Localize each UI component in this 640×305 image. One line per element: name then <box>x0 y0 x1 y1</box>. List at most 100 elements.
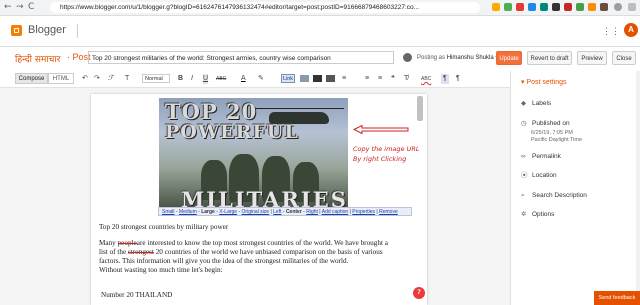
annotation-text: Copy the image URL By right Clicking <box>353 144 420 164</box>
extension-icon[interactable] <box>600 3 608 11</box>
extension-icon[interactable] <box>564 3 572 11</box>
image-size-large[interactable]: Large <box>201 209 215 215</box>
ltr-icon[interactable]: ¶ <box>441 74 449 84</box>
image-properties[interactable]: Properties <box>352 209 375 215</box>
post-title-input[interactable]: Top 20 strongest militaries of the world… <box>88 51 394 64</box>
image-align-right[interactable]: Right <box>306 209 318 215</box>
bold-button[interactable]: B <box>178 74 183 84</box>
editor-page[interactable]: TOP 20 POWERFUL MILITARIES Small - Mediu… <box>91 94 427 305</box>
tab-compose[interactable]: Compose <box>15 73 48 84</box>
image-size-small[interactable]: Small <box>162 209 175 215</box>
blogger-logo-icon[interactable] <box>11 25 22 36</box>
post-paragraph: factors. This information will give you … <box>99 257 349 265</box>
back-icon[interactable]: ← <box>4 2 12 12</box>
apps-grid-icon[interactable]: ⋮⋮ <box>602 26 620 36</box>
image-align-center[interactable]: Center <box>286 209 302 215</box>
published-datetime: 6/25/19, 7:05 PM <box>531 130 573 136</box>
clock-icon: ◷ <box>521 120 527 127</box>
post-paragraph: Many peopleare interested to know the to… <box>99 239 388 248</box>
image-size-medium[interactable]: Medium <box>179 209 197 215</box>
link-button[interactable]: Link <box>281 74 295 83</box>
extension-icon[interactable] <box>576 3 584 11</box>
post-heading: Number 20 THAILAND <box>101 291 173 299</box>
close-button[interactable]: Close <box>612 51 636 65</box>
image-size-xlarge[interactable]: X-Large <box>219 209 237 215</box>
image-add-caption[interactable]: Add caption <box>322 209 348 215</box>
forward-icon[interactable]: → <box>16 2 24 12</box>
divider <box>77 24 78 38</box>
extension-icon[interactable] <box>516 3 524 11</box>
blogger-header: Blogger ⋮⋮ A <box>0 16 640 47</box>
helicopter-rotor <box>254 108 344 109</box>
extension-icon[interactable] <box>540 3 548 11</box>
italic-button[interactable]: I <box>191 74 193 84</box>
posting-as-prefix: Posting as <box>417 55 446 61</box>
app-name[interactable]: Blogger <box>28 24 66 36</box>
video-icon[interactable] <box>313 75 322 82</box>
annotation-line: By right Clicking <box>353 155 407 163</box>
quote-icon[interactable]: ❝ <box>391 74 395 84</box>
post-settings-header[interactable]: ▾ Post settings <box>521 78 567 86</box>
extension-icon[interactable] <box>504 3 512 11</box>
image-align-left[interactable]: Left <box>273 209 281 215</box>
jump-break-icon[interactable] <box>326 75 335 82</box>
spellcheck-icon[interactable]: ABC <box>421 74 431 84</box>
image-size-original[interactable]: Original size <box>242 209 270 215</box>
redo-icon[interactable]: ↷ <box>94 74 100 84</box>
font-size-icon[interactable]: T <box>125 74 129 84</box>
reload-icon[interactable]: C <box>28 2 34 12</box>
align-icon[interactable]: ≡ <box>342 74 346 84</box>
text-run: are interested to know the top most stro… <box>136 239 388 247</box>
format-select[interactable]: Normal <box>142 74 170 83</box>
posting-as-text: Posting as Himanshu Shukla ▾ <box>417 54 498 61</box>
post-label: · Post <box>67 52 91 62</box>
post-paragraph: Without wasting too much time let's begi… <box>99 266 223 274</box>
blog-name-link[interactable]: हिन्दी समाचार <box>15 52 60 65</box>
grammarly-badge[interactable]: 7 <box>413 287 425 299</box>
annotation-arrow-icon <box>353 125 409 134</box>
profile-icon[interactable] <box>614 3 622 11</box>
tab-html[interactable]: HTML <box>48 73 74 84</box>
sidebar-item-label: Permalink <box>532 153 561 160</box>
author-name[interactable]: Himanshu Shukla <box>447 55 494 61</box>
sidebar-item-label: Published on <box>532 120 570 127</box>
extension-icon[interactable] <box>528 3 536 11</box>
send-feedback-button[interactable]: Send feedback <box>594 291 640 305</box>
clear-format-icon[interactable]: T̸ <box>404 74 408 84</box>
preview-button[interactable]: Preview <box>577 51 607 65</box>
image-remove[interactable]: Remove <box>379 209 398 215</box>
extension-icon[interactable] <box>588 3 596 11</box>
image-icon[interactable] <box>300 75 309 82</box>
post-paragraph: list of the strongest 20 countries of th… <box>99 248 383 257</box>
search-icon: ⌕ <box>521 192 525 199</box>
font-family-icon[interactable]: ℱ <box>108 74 114 84</box>
text-run: 20 <box>155 248 163 256</box>
sidebar-item-label: Search Description <box>532 192 587 199</box>
highlight-icon[interactable]: ✎ <box>258 74 264 84</box>
bullet-list-icon[interactable]: ≡ <box>378 74 382 84</box>
rtl-icon[interactable]: ¶ <box>456 74 460 84</box>
update-button[interactable]: Update <box>496 51 522 65</box>
word-many: Many <box>99 239 116 247</box>
extension-icon[interactable] <box>552 3 560 11</box>
underline-button[interactable]: U <box>203 74 209 84</box>
link-icon: ∞ <box>521 153 526 160</box>
revert-to-draft-button[interactable]: Revert to draft <box>527 51 572 65</box>
numbered-list-icon[interactable]: ≡ <box>365 74 369 84</box>
avatar[interactable]: A <box>624 23 638 37</box>
location-icon: ⦿ <box>521 172 528 179</box>
post-image[interactable]: TOP 20 POWERFUL MILITARIES <box>159 98 348 213</box>
text-run: list of the <box>99 248 127 256</box>
sidebar-scrollbar[interactable] <box>636 71 640 305</box>
sidebar-item-label: Labels <box>532 100 552 107</box>
text-color-icon[interactable]: A <box>241 74 246 84</box>
editor-scrollbar[interactable] <box>417 96 423 121</box>
strikethrough-button[interactable]: ABC <box>216 74 226 84</box>
menu-icon[interactable] <box>628 3 636 11</box>
editor-toolbar: Compose HTML ↶ ↷ ℱ T Normal B I U ABC A … <box>0 71 510 88</box>
address-bar[interactable]: https://www.blogger.com/u/1/blogger.g?bl… <box>50 2 480 13</box>
author-avatar <box>403 53 412 62</box>
undo-icon[interactable]: ↶ <box>82 74 88 84</box>
post-settings-title: Post settings <box>526 79 567 86</box>
star-icon[interactable] <box>492 3 500 11</box>
